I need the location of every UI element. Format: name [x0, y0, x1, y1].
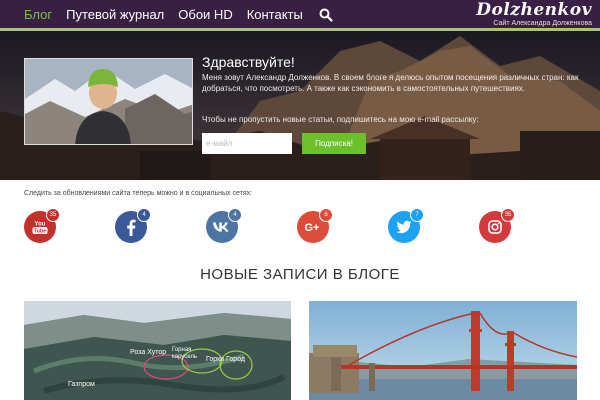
hero-banner: Здравствуйте! Меня зовут Александр Долже… [0, 31, 600, 180]
top-nav: Блог Путевой журнал Обои HD Контакты Dol… [0, 0, 600, 30]
email-input[interactable] [202, 133, 292, 154]
twitter-count-badge: 7 [410, 208, 424, 222]
svg-text:G+: G+ [305, 222, 320, 234]
social-facebook[interactable]: 4 [115, 208, 151, 243]
vk-count-badge: 4 [228, 208, 242, 222]
nav-item-wallpapers[interactable]: Обои HD [178, 7, 232, 22]
author-photo [24, 58, 193, 145]
nav-item-contacts[interactable]: Контакты [247, 7, 303, 22]
nav-item-travel-journal[interactable]: Путевой журнал [66, 7, 164, 22]
map-label: Горки Город [206, 356, 245, 363]
post-card-1[interactable]: Роза Хутор Горная карусель Горки Город Г… [24, 301, 291, 400]
search-icon[interactable] [319, 8, 333, 22]
social-google-plus[interactable]: G+ 6 [297, 208, 333, 243]
map-label: Горная карусель [172, 347, 198, 360]
post-image-2 [309, 301, 577, 400]
nav-item-blog[interactable]: Блог [24, 7, 52, 22]
hero-intro-text: Меня зовут Александр Долженков. В своем … [202, 73, 579, 93]
hero-subscribe-prompt: Чтобы не пропустить новые статьи, подпиш… [202, 115, 479, 124]
social-youtube[interactable]: You Tube 35 [24, 208, 60, 243]
post-card-2[interactable] [309, 301, 577, 400]
social-label: Следить за обновлениями сайта теперь мож… [24, 190, 253, 197]
google-plus-count-badge: 6 [319, 208, 333, 222]
social-vk[interactable]: 4 [206, 208, 242, 243]
page: Блог Путевой журнал Обои HD Контакты Dol… [0, 0, 600, 400]
author-photo-image [25, 59, 192, 144]
site-logo[interactable]: Dolzhenkov Сайт Александра Долженкова [476, 2, 592, 28]
instagram-count-badge: 35 [501, 208, 515, 222]
social-instagram[interactable]: 35 [479, 208, 515, 243]
map-label: Роза Хутор [130, 349, 167, 356]
social-twitter[interactable]: 7 [388, 208, 424, 243]
svg-text:Tube: Tube [34, 229, 47, 235]
svg-text:You: You [35, 222, 46, 228]
hero-title: Здравствуйте! [202, 54, 295, 70]
subscribe-button[interactable]: Подписка! [302, 133, 366, 154]
nav-links: Блог Путевой журнал Обои HD Контакты [24, 7, 333, 22]
youtube-count-badge: 35 [46, 208, 60, 222]
section-title: НОВЫЕ ЗАПИСИ В БЛОГЕ [200, 266, 400, 283]
logo-tagline: Сайт Александра Долженкова [493, 20, 592, 27]
logo-name: Dolzhenkov [476, 0, 592, 20]
facebook-count-badge: 4 [137, 208, 151, 222]
map-label: Газпром [68, 381, 95, 388]
